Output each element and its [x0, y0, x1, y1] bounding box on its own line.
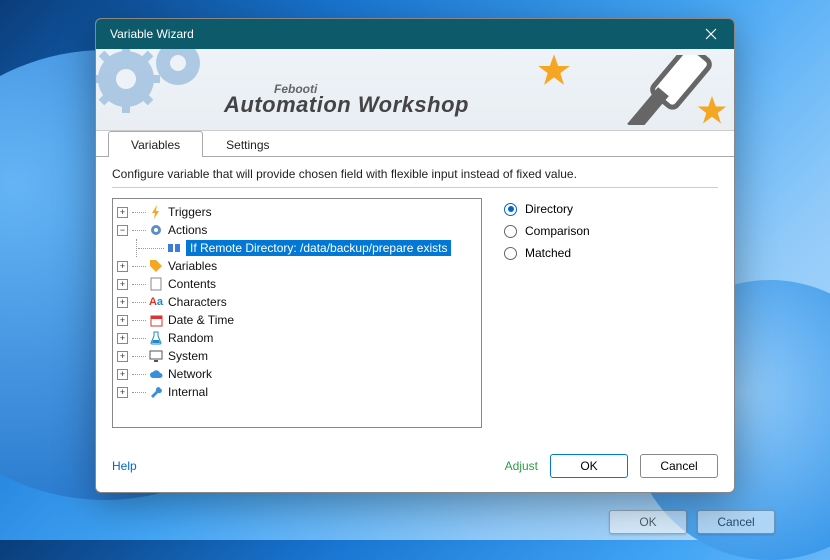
tree-label: Contents — [168, 277, 216, 291]
instructions-text: Configure variable that will provide cho… — [112, 167, 718, 181]
radio-directory[interactable]: Directory — [504, 198, 590, 220]
radio-icon — [504, 247, 517, 260]
expand-icon[interactable]: + — [117, 387, 128, 398]
collapse-icon[interactable]: − — [117, 225, 128, 236]
tree-item-actions-child[interactable]: If Remote Directory: /data/backup/prepar… — [117, 239, 477, 257]
expand-icon[interactable]: + — [117, 279, 128, 290]
tree-item-triggers[interactable]: + Triggers — [117, 203, 477, 221]
tree-label: Network — [168, 367, 212, 381]
characters-icon: Aa — [148, 294, 164, 310]
tree-label: Actions — [168, 223, 207, 237]
close-button[interactable] — [688, 19, 734, 49]
radio-group: Directory Comparison Matched — [504, 198, 590, 436]
window-title: Variable Wizard — [110, 27, 688, 41]
expand-icon[interactable]: + — [117, 315, 128, 326]
radio-matched[interactable]: Matched — [504, 242, 590, 264]
separator — [112, 187, 718, 188]
gear-icon — [148, 222, 164, 238]
wrench-icon — [148, 384, 164, 400]
ok-button[interactable]: OK — [550, 454, 628, 478]
help-link[interactable]: Help — [112, 459, 137, 473]
tree-item-network[interactable]: + Network — [117, 365, 477, 383]
tree-label: Random — [168, 331, 213, 345]
adjust-link[interactable]: Adjust — [505, 459, 538, 473]
tab-settings[interactable]: Settings — [203, 131, 292, 157]
radio-icon — [504, 225, 517, 238]
close-icon — [705, 28, 717, 40]
cancel-button[interactable]: Cancel — [640, 454, 718, 478]
tree-label: Date & Time — [168, 313, 234, 327]
flask-icon — [148, 330, 164, 346]
tree-label-selected: If Remote Directory: /data/backup/prepar… — [186, 240, 451, 256]
banner: Febooti Automation Workshop — [96, 49, 734, 131]
tree-item-random[interactable]: + Random — [117, 329, 477, 347]
tree-label: Variables — [168, 259, 217, 273]
radio-comparison[interactable]: Comparison — [504, 220, 590, 242]
expand-icon[interactable]: + — [117, 297, 128, 308]
expand-icon[interactable]: + — [117, 369, 128, 380]
titlebar: Variable Wizard — [96, 19, 734, 49]
tab-variables[interactable]: Variables — [108, 131, 203, 157]
radio-label: Comparison — [525, 224, 590, 238]
pen-icon — [616, 55, 716, 125]
expand-icon[interactable]: + — [117, 261, 128, 272]
tree-label: Characters — [168, 295, 227, 309]
calendar-icon — [148, 312, 164, 328]
radio-label: Matched — [525, 246, 571, 260]
footer: Help Adjust OK Cancel — [96, 446, 734, 492]
monitor-icon — [148, 348, 164, 364]
expand-icon[interactable]: + — [117, 333, 128, 344]
radio-label: Directory — [525, 202, 573, 216]
expand-icon[interactable]: + — [117, 207, 128, 218]
gears-decoration — [96, 49, 246, 131]
variable-wizard-dialog: Variable Wizard — [95, 18, 735, 493]
document-icon — [148, 276, 164, 292]
tree-item-internal[interactable]: + Internal — [117, 383, 477, 401]
tree-label: System — [168, 349, 208, 363]
tree-label: Internal — [168, 385, 208, 399]
tree-item-date-time[interactable]: + Date & Time — [117, 311, 477, 329]
bolt-icon — [148, 204, 164, 220]
tree-item-actions[interactable]: − Actions — [117, 221, 477, 239]
condition-icon — [166, 240, 182, 256]
tag-icon — [148, 258, 164, 274]
cloud-icon — [148, 366, 164, 382]
tree-item-contents[interactable]: + Contents — [117, 275, 477, 293]
tree-item-characters[interactable]: + Aa Characters — [117, 293, 477, 311]
background-dialog-buttons: OK Cancel — [609, 510, 775, 534]
brand-title: Automation Workshop — [224, 92, 469, 118]
tree-label: Triggers — [168, 205, 212, 219]
tabstrip: Variables Settings — [96, 130, 734, 157]
tree-item-variables[interactable]: + Variables — [117, 257, 477, 275]
tree-panel[interactable]: + Triggers − Actions If Remote Directory… — [112, 198, 482, 428]
expand-icon[interactable]: + — [117, 351, 128, 362]
radio-icon — [504, 203, 517, 216]
tree-item-system[interactable]: + System — [117, 347, 477, 365]
star-icon — [534, 51, 574, 91]
